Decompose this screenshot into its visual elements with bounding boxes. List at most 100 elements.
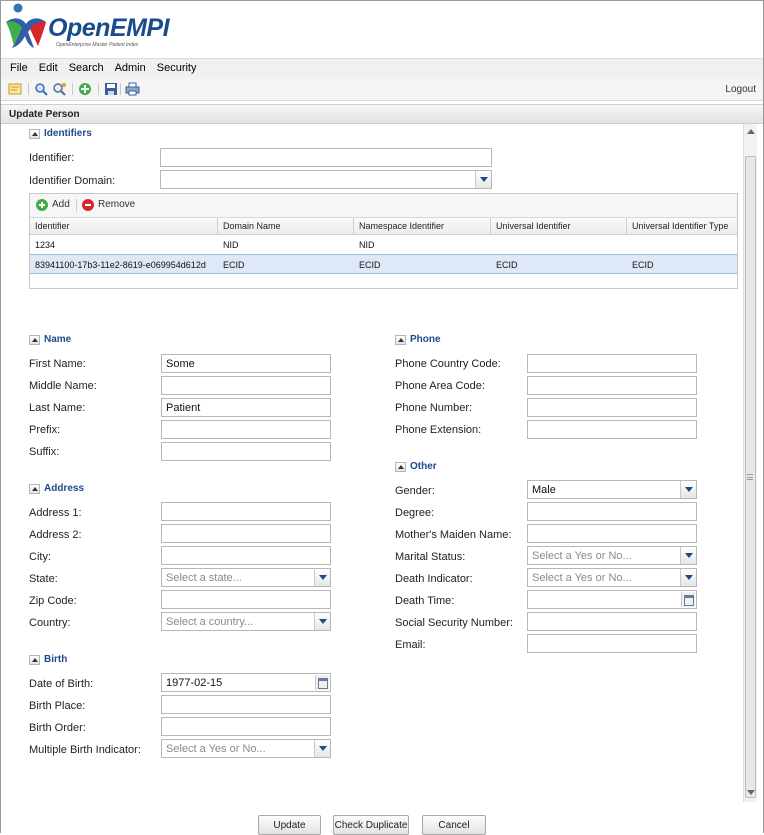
menu-admin[interactable]: Admin bbox=[109, 59, 151, 74]
chevron-down-icon[interactable] bbox=[475, 171, 491, 188]
date-of-birth-label: Date of Birth: bbox=[29, 678, 94, 690]
address1-label: Address 1: bbox=[29, 507, 82, 519]
chevron-down-icon[interactable] bbox=[680, 481, 696, 498]
panel-header: Update Person bbox=[1, 104, 763, 124]
column-header[interactable]: Namespace Identifier bbox=[354, 218, 491, 235]
phone-number-input[interactable] bbox=[527, 398, 697, 417]
logo-subtitle: OpenEnterprise Master Patient Index bbox=[56, 42, 139, 48]
degree-input[interactable] bbox=[527, 502, 697, 521]
toolbar: Logout bbox=[1, 78, 763, 101]
phone-country-code-input[interactable] bbox=[527, 354, 697, 373]
marital-status-select[interactable]: Select a Yes or No... bbox=[527, 546, 697, 565]
degree-label: Degree: bbox=[395, 507, 435, 519]
logo-figure-icon bbox=[6, 3, 46, 48]
death-time-field[interactable] bbox=[527, 590, 697, 609]
identifier-domain-select[interactable] bbox=[160, 170, 492, 189]
logout-link[interactable]: Logout bbox=[725, 84, 756, 95]
table-row[interactable]: 1234 NID NID bbox=[30, 235, 737, 255]
collapse-icon[interactable] bbox=[395, 462, 406, 472]
state-label: State: bbox=[29, 573, 58, 585]
phone-area-code-label: Phone Area Code: bbox=[395, 380, 485, 392]
chevron-down-icon[interactable] bbox=[314, 569, 330, 586]
column-header[interactable]: Identifier bbox=[30, 218, 218, 235]
check-duplicate-button[interactable]: Check Duplicate bbox=[333, 815, 409, 835]
phone-area-code-input[interactable] bbox=[527, 376, 697, 395]
birth-order-input[interactable] bbox=[161, 717, 331, 736]
state-select[interactable]: Select a state... bbox=[161, 568, 331, 587]
save-icon[interactable] bbox=[104, 82, 119, 96]
last-name-input[interactable] bbox=[161, 398, 331, 417]
collapse-icon[interactable] bbox=[29, 335, 40, 345]
chevron-down-icon[interactable] bbox=[680, 569, 696, 586]
search-icon[interactable] bbox=[34, 82, 49, 96]
address1-input[interactable] bbox=[161, 502, 331, 521]
calendar-icon[interactable] bbox=[315, 675, 329, 690]
death-time-label: Death Time: bbox=[395, 595, 455, 607]
marital-status-label: Marital Status: bbox=[395, 551, 466, 563]
menu-search[interactable]: Search bbox=[63, 59, 109, 74]
death-indicator-label: Death Indicator: bbox=[395, 573, 473, 585]
gender-label: Gender: bbox=[395, 485, 435, 497]
scroll-down-icon[interactable] bbox=[747, 790, 755, 795]
add-identifier-button[interactable]: Add bbox=[36, 199, 70, 211]
vertical-scrollbar[interactable] bbox=[743, 124, 757, 802]
chevron-down-icon[interactable] bbox=[314, 613, 330, 630]
chevron-down-icon[interactable] bbox=[680, 547, 696, 564]
collapse-icon[interactable] bbox=[29, 655, 40, 665]
identifier-domain-label: Identifier Domain: bbox=[29, 175, 116, 187]
address2-input[interactable] bbox=[161, 524, 331, 543]
last-name-label: Last Name: bbox=[29, 402, 86, 414]
identifier-input[interactable] bbox=[160, 148, 492, 167]
table-row[interactable]: 83941100-17b3-11e2-8619-e069954d612d ECI… bbox=[30, 254, 737, 274]
remove-identifier-button[interactable]: Remove bbox=[82, 199, 135, 211]
column-header[interactable]: Domain Name bbox=[218, 218, 354, 235]
suffix-label: Suffix: bbox=[29, 446, 60, 458]
mothers-maiden-name-label: Mother's Maiden Name: bbox=[395, 529, 512, 541]
city-label: City: bbox=[29, 551, 51, 563]
first-name-input[interactable] bbox=[161, 354, 331, 373]
menu-security[interactable]: Security bbox=[151, 59, 202, 74]
middle-name-input[interactable] bbox=[161, 376, 331, 395]
country-select[interactable]: Select a country... bbox=[161, 612, 331, 631]
birth-place-input[interactable] bbox=[161, 695, 331, 714]
ssn-input[interactable] bbox=[527, 612, 697, 631]
gender-select[interactable]: Male bbox=[527, 480, 697, 499]
basic-search-icon[interactable] bbox=[8, 82, 23, 96]
date-of-birth-field[interactable]: 1977-02-15 bbox=[161, 673, 331, 692]
cancel-button[interactable]: Cancel bbox=[422, 815, 486, 835]
collapse-icon[interactable] bbox=[29, 129, 40, 139]
zip-code-input[interactable] bbox=[161, 590, 331, 609]
column-header[interactable]: Universal Identifier bbox=[491, 218, 627, 235]
toolbar-divider bbox=[72, 83, 73, 95]
menu-file[interactable]: File bbox=[1, 59, 33, 74]
mothers-maiden-name-input[interactable] bbox=[527, 524, 697, 543]
suffix-input[interactable] bbox=[161, 442, 331, 461]
advanced-search-icon[interactable] bbox=[52, 82, 67, 96]
scroll-grip-icon bbox=[747, 474, 753, 480]
openempi-logo: OpenEMPI OpenEnterprise Master Patient I… bbox=[4, 2, 174, 54]
phone-extension-input[interactable] bbox=[527, 420, 697, 439]
death-indicator-select[interactable]: Select a Yes or No... bbox=[527, 568, 697, 587]
collapse-icon[interactable] bbox=[395, 335, 406, 345]
birth-order-label: Birth Order: bbox=[29, 722, 86, 734]
menu-edit[interactable]: Edit bbox=[33, 59, 63, 74]
prefix-input[interactable] bbox=[161, 420, 331, 439]
first-name-label: First Name: bbox=[29, 358, 86, 370]
grid-header: Identifier Domain Name Namespace Identif… bbox=[30, 218, 737, 235]
scroll-up-icon[interactable] bbox=[747, 129, 755, 134]
zip-code-label: Zip Code: bbox=[29, 595, 77, 607]
update-button[interactable]: Update bbox=[258, 815, 321, 835]
chevron-down-icon[interactable] bbox=[314, 740, 330, 757]
city-input[interactable] bbox=[161, 546, 331, 565]
multiple-birth-label: Multiple Birth Indicator: bbox=[29, 744, 141, 756]
multiple-birth-select[interactable]: Select a Yes or No... bbox=[161, 739, 331, 758]
phone-extension-label: Phone Extension: bbox=[395, 424, 482, 436]
column-header[interactable]: Universal Identifier Type bbox=[627, 218, 739, 235]
add-person-icon[interactable] bbox=[78, 82, 93, 96]
collapse-icon[interactable] bbox=[29, 484, 40, 494]
email-input[interactable] bbox=[527, 634, 697, 653]
birth-place-label: Birth Place: bbox=[29, 700, 86, 712]
print-icon[interactable] bbox=[125, 82, 140, 96]
calendar-icon[interactable] bbox=[681, 592, 695, 607]
middle-name-label: Middle Name: bbox=[29, 380, 97, 392]
